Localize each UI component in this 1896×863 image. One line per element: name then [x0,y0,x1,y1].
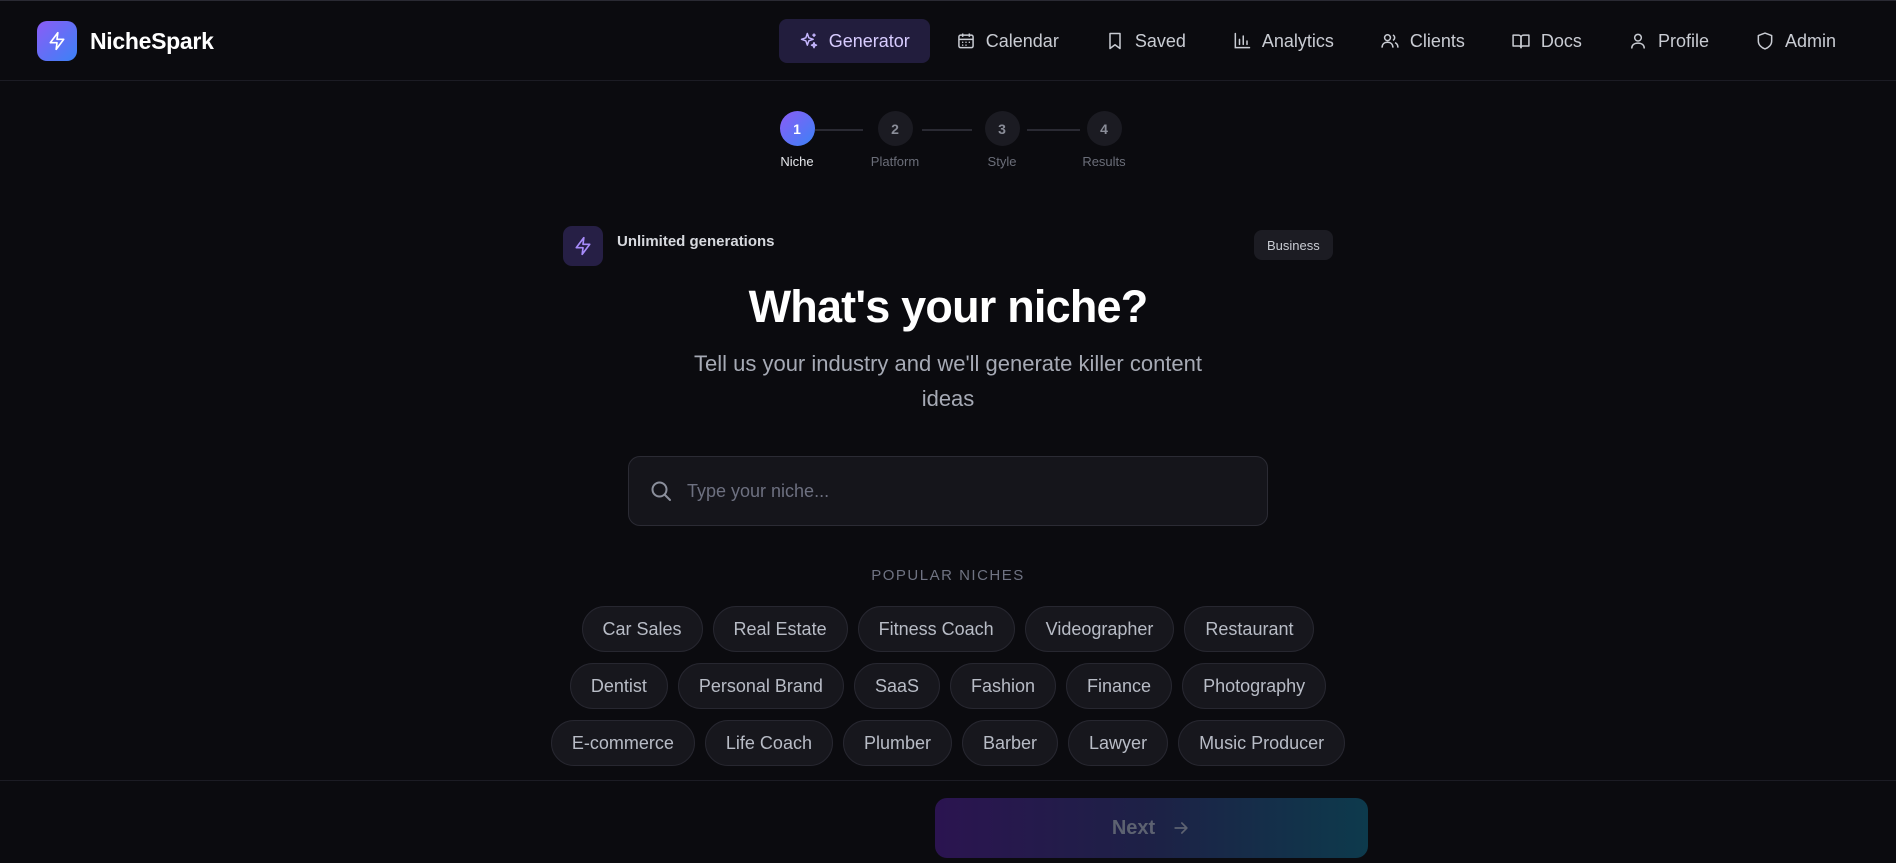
nav-label: Analytics [1261,30,1334,51]
nav-label: Saved [1134,30,1186,51]
step-number: 1 [779,111,815,146]
nav-item-admin[interactable]: Admin [1735,19,1856,63]
book-icon [1512,34,1530,49]
chip-row: Dentist Personal Brand SaaS Fashion Fina… [548,663,1348,709]
top-bar: NicheSpark Generator Calendar Saved Anal… [0,1,1896,81]
bottom-action-bar: Next [0,780,1896,863]
nav-label: Clients [1409,30,1465,51]
nav-item-profile[interactable]: Profile [1608,19,1729,63]
niche-chip[interactable]: Personal Brand [677,663,844,709]
niche-chip[interactable]: Real Estate [712,606,848,652]
page-subtitle: Tell us your industry and we'll generate… [693,351,1203,411]
nav-label: Profile [1657,30,1709,51]
nav-label: Calendar [985,30,1059,51]
nav-label: Generator [828,30,910,51]
step-label: Results [1082,154,1126,169]
brand[interactable]: NicheSpark [37,21,214,61]
step-label: Style [987,154,1017,169]
step-number: 3 [984,111,1020,146]
nav-item-calendar[interactable]: Calendar [936,19,1079,63]
niche-chip[interactable]: Fashion [949,663,1057,709]
next-button-label: Next [1111,816,1156,839]
niche-chip[interactable]: Plumber [842,720,952,766]
chip-row: E-commerce Life Coach Plumber Barber Law… [548,720,1348,766]
sparkles-icon [800,32,817,49]
bookmark-icon [1109,32,1121,50]
popular-niches: Car Sales Real Estate Fitness Coach Vide… [548,606,1348,777]
stepper: 1 Niche 2 Platform 3 Style 4 Results [770,111,1130,171]
niche-chip[interactable]: Photography [1182,663,1327,709]
lightning-icon [563,226,603,266]
search-icon [651,481,671,501]
app-window: NicheSpark Generator Calendar Saved Anal… [0,0,1896,863]
arrow-right-icon [1174,822,1188,834]
nav-item-generator[interactable]: Generator [778,19,930,63]
niche-chip[interactable]: Lawyer [1068,720,1169,766]
niche-chip[interactable]: Restaurant [1184,606,1315,652]
step-platform[interactable]: 2 Platform [855,111,935,169]
niche-chip[interactable]: Finance [1066,663,1173,709]
step-label: Niche [780,154,814,169]
nav-item-docs[interactable]: Docs [1491,19,1602,63]
main-nav: Generator Calendar Saved Analytics Clien… [773,19,1856,63]
niche-chip[interactable]: Barber [962,720,1059,766]
plan-badge: Business [1254,230,1333,260]
niche-search[interactable] [628,456,1268,526]
step-style[interactable]: 3 Style [962,111,1042,169]
niche-chip[interactable]: Videographer [1024,606,1175,652]
nav-item-analytics[interactable]: Analytics [1212,19,1354,63]
brand-name: NicheSpark [90,27,214,54]
niche-chip[interactable]: Fitness Coach [857,606,1015,652]
shield-icon [1757,32,1773,50]
usage-indicator: Unlimited generations [563,226,775,266]
popular-niches-label: POPULAR NICHES [871,567,1025,584]
user-icon [1630,33,1645,49]
niche-chip[interactable]: Life Coach [704,720,833,766]
step-number: 2 [877,111,913,146]
niche-chip[interactable]: E-commerce [550,720,695,766]
step-number: 4 [1086,111,1122,146]
users-icon [1381,34,1399,48]
lightning-icon [37,21,77,61]
chip-row: Car Sales Real Estate Fitness Coach Vide… [548,606,1348,652]
nav-label: Admin [1784,30,1836,51]
niche-chip[interactable]: Music Producer [1178,720,1346,766]
usage-text: Unlimited generations [617,232,775,250]
niche-chip[interactable]: SaaS [853,663,940,709]
niche-input[interactable] [687,471,1247,511]
nav-item-clients[interactable]: Clients [1360,19,1485,63]
bar-chart-icon [1234,32,1251,49]
step-results[interactable]: 4 Results [1064,111,1144,169]
calendar-icon [957,33,974,49]
niche-chip[interactable]: Dentist [569,663,668,709]
niche-chip[interactable]: Car Sales [581,606,703,652]
nav-item-saved[interactable]: Saved [1085,19,1206,63]
next-button[interactable]: Next [935,798,1368,858]
step-niche[interactable]: 1 Niche [757,111,837,169]
step-label: Platform [870,154,920,169]
nav-label: Docs [1540,30,1582,51]
page-title: What's your niche? [748,281,1149,332]
